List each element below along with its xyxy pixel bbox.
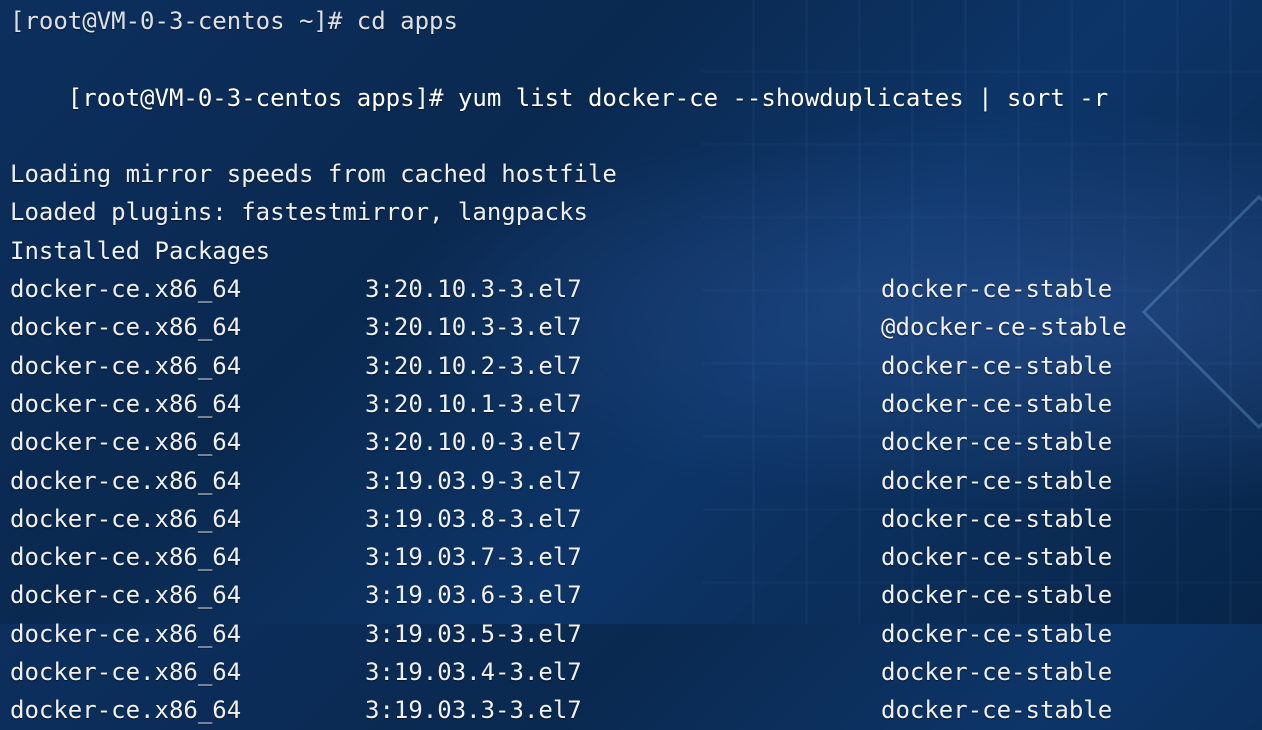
package-repo: @docker-ce-stable [881, 308, 1127, 346]
package-repo: docker-ce-stable [881, 347, 1112, 385]
package-repo: docker-ce-stable [881, 538, 1112, 576]
package-version: 3:19.03.4-3.el7 [365, 653, 881, 691]
package-version: 3:20.10.1-3.el7 [365, 385, 881, 423]
package-row: docker-ce.x86_643:20.10.1-3.el7docker-ce… [10, 385, 1262, 423]
shell-prompt: [root@VM-0-3-centos apps]# [68, 84, 458, 112]
package-repo: docker-ce-stable [881, 691, 1112, 729]
output-line: Installed Packages [10, 232, 1262, 270]
package-row: docker-ce.x86_643:19.03.8-3.el7docker-ce… [10, 500, 1262, 538]
package-repo: docker-ce-stable [881, 385, 1112, 423]
terminal-output[interactable]: [root@VM-0-3-centos ~]# cd apps [root@VM… [10, 2, 1262, 730]
package-row: docker-ce.x86_643:19.03.3-3.el7docker-ce… [10, 691, 1262, 729]
package-repo: docker-ce-stable [881, 423, 1112, 461]
package-version: 3:20.10.3-3.el7 [365, 308, 881, 346]
package-repo: docker-ce-stable [881, 653, 1112, 691]
package-row: docker-ce.x86_643:19.03.6-3.el7docker-ce… [10, 576, 1262, 614]
package-repo: docker-ce-stable [881, 462, 1112, 500]
package-list: docker-ce.x86_643:20.10.3-3.el7docker-ce… [10, 270, 1262, 730]
package-version: 3:20.10.2-3.el7 [365, 347, 881, 385]
package-name: docker-ce.x86_64 [10, 423, 365, 461]
package-row: docker-ce.x86_643:19.03.4-3.el7docker-ce… [10, 653, 1262, 691]
package-repo: docker-ce-stable [881, 576, 1112, 614]
package-name: docker-ce.x86_64 [10, 653, 365, 691]
package-row: docker-ce.x86_643:20.10.0-3.el7docker-ce… [10, 423, 1262, 461]
package-version: 3:20.10.0-3.el7 [365, 423, 881, 461]
package-version: 3:20.10.3-3.el7 [365, 270, 881, 308]
previous-prompt-line: [root@VM-0-3-centos ~]# cd apps [10, 2, 1262, 40]
package-name: docker-ce.x86_64 [10, 270, 365, 308]
package-name: docker-ce.x86_64 [10, 615, 365, 653]
package-name: docker-ce.x86_64 [10, 691, 365, 729]
package-repo: docker-ce-stable [881, 615, 1112, 653]
package-version: 3:19.03.7-3.el7 [365, 538, 881, 576]
package-row: docker-ce.x86_643:19.03.9-3.el7docker-ce… [10, 462, 1262, 500]
package-name: docker-ce.x86_64 [10, 347, 365, 385]
package-version: 3:19.03.9-3.el7 [365, 462, 881, 500]
package-version: 3:19.03.5-3.el7 [365, 615, 881, 653]
package-version: 3:19.03.8-3.el7 [365, 500, 881, 538]
package-row: docker-ce.x86_643:19.03.5-3.el7docker-ce… [10, 615, 1262, 653]
package-name: docker-ce.x86_64 [10, 308, 365, 346]
package-repo: docker-ce-stable [881, 500, 1112, 538]
package-name: docker-ce.x86_64 [10, 500, 365, 538]
output-line: Loading mirror speeds from cached hostfi… [10, 155, 1262, 193]
output-line: Loaded plugins: fastestmirror, langpacks [10, 193, 1262, 231]
package-version: 3:19.03.6-3.el7 [365, 576, 881, 614]
prompt-line: [root@VM-0-3-centos apps]# yum list dock… [10, 40, 1262, 155]
package-row: docker-ce.x86_643:20.10.2-3.el7docker-ce… [10, 347, 1262, 385]
package-row: docker-ce.x86_643:20.10.3-3.el7docker-ce… [10, 270, 1262, 308]
package-repo: docker-ce-stable [881, 270, 1112, 308]
package-version: 3:19.03.3-3.el7 [365, 691, 881, 729]
package-name: docker-ce.x86_64 [10, 576, 365, 614]
package-name: docker-ce.x86_64 [10, 385, 365, 423]
package-row: docker-ce.x86_643:20.10.3-3.el7@docker-c… [10, 308, 1262, 346]
command-text: yum list docker-ce --showduplicates | so… [458, 84, 1108, 112]
package-name: docker-ce.x86_64 [10, 538, 365, 576]
package-row: docker-ce.x86_643:19.03.7-3.el7docker-ce… [10, 538, 1262, 576]
package-name: docker-ce.x86_64 [10, 462, 365, 500]
